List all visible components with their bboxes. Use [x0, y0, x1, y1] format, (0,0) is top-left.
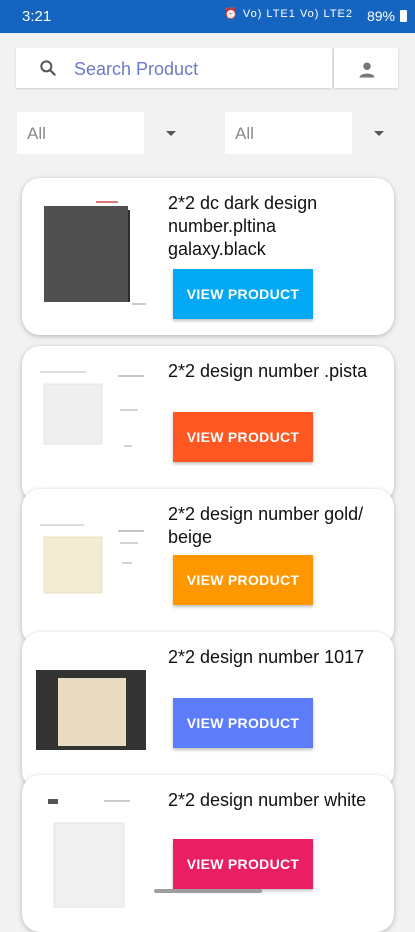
profile-button[interactable] — [334, 48, 398, 88]
product-card[interactable]: 2*2 design number 1017 VIEW PRODUCT — [22, 632, 394, 789]
dropdown-field[interactable]: All — [17, 112, 144, 154]
network-icons: ⏰ Vo) LTE1 Vo) LTE2 — [224, 8, 353, 20]
category-filter-dropdown[interactable]: All — [17, 112, 199, 154]
dropdown-value: All — [235, 124, 254, 143]
view-product-button[interactable]: VIEW PRODUCT — [173, 698, 313, 748]
search-bar — [16, 48, 332, 88]
search-icon[interactable] — [38, 58, 58, 78]
dropdown-arrow-icon[interactable] — [373, 130, 385, 137]
gesture-navigation-handle[interactable] — [154, 889, 262, 893]
product-card[interactable]: 2*2 design number white VIEW PRODUCT — [22, 775, 394, 932]
product-card[interactable]: 2*2 design number .pista VIEW PRODUCT — [22, 346, 394, 503]
product-image[interactable] — [34, 507, 152, 625]
status-bar: 3:21 ⏰ Vo) LTE1 Vo) LTE2 89% — [0, 0, 415, 33]
subcategory-filter-dropdown[interactable]: All — [225, 112, 407, 154]
battery-level: 89% — [366, 8, 395, 24]
battery-icon — [400, 10, 407, 22]
person-icon — [359, 62, 375, 78]
product-image[interactable] — [34, 650, 152, 768]
product-title: 2*2 dc dark design number.pltina galaxy.… — [168, 193, 318, 259]
dropdown-field[interactable]: All — [225, 112, 352, 154]
view-product-button[interactable]: VIEW PRODUCT — [173, 412, 313, 462]
product-card[interactable]: 2*2 design number gold/ beige VIEW PRODU… — [22, 489, 394, 646]
product-title: 2*2 design number 1017 — [168, 647, 365, 667]
status-time: 3:21 — [22, 8, 52, 25]
dropdown-value: All — [27, 124, 46, 143]
product-title: 2*2 design number .pista — [168, 361, 368, 381]
product-title: 2*2 design number gold/ beige — [168, 504, 364, 547]
product-title: 2*2 design number white — [168, 790, 367, 810]
product-image[interactable] — [34, 793, 152, 911]
product-image[interactable] — [34, 196, 152, 314]
product-card[interactable]: 2*2 dc dark design number.pltina galaxy.… — [22, 178, 394, 335]
view-product-button[interactable]: VIEW PRODUCT — [173, 555, 313, 605]
view-product-button[interactable]: VIEW PRODUCT — [173, 839, 313, 889]
dropdown-arrow-icon[interactable] — [165, 130, 177, 137]
product-image[interactable] — [34, 364, 152, 482]
search-input[interactable] — [72, 54, 326, 84]
view-product-button[interactable]: VIEW PRODUCT — [173, 269, 313, 319]
